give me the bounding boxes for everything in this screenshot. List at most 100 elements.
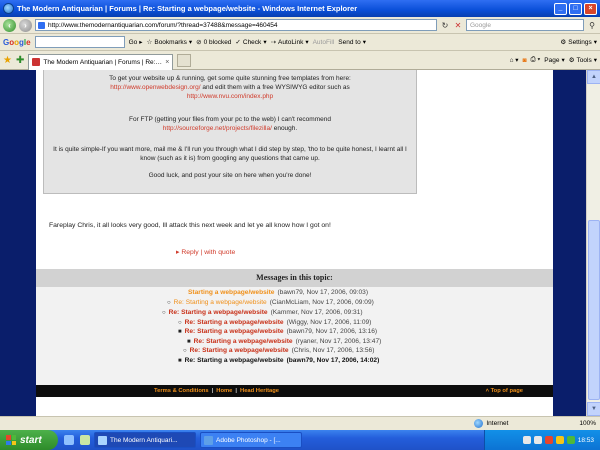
tab-active[interactable]: The Modern Antiquarian | Forums | Re: St…: [28, 53, 174, 70]
globe-icon: [474, 419, 484, 428]
thread-item-meta: (Chris, Nov 17, 2006, 13:56): [291, 347, 375, 354]
quote-paragraph-1: To get your website up & running, get so…: [109, 75, 351, 100]
page-menu[interactable]: Page ▾: [544, 56, 564, 65]
ie-task-icon: [98, 435, 107, 445]
thread-item-title[interactable]: Re: Starting a webpage/website: [169, 309, 268, 316]
address-url: http://www.themodernantiquarian.com/foru…: [48, 21, 278, 29]
thread-item-title[interactable]: Re: Starting a webpage/website: [174, 299, 267, 306]
print-icon[interactable]: ⎙ ▾: [531, 56, 541, 64]
taskbar-item-photoshop[interactable]: Adobe Photoshop - [...: [200, 432, 302, 448]
vertical-scrollbar[interactable]: ▲ ▼: [586, 70, 600, 416]
start-button[interactable]: start: [0, 430, 58, 450]
close-tab-icon[interactable]: ×: [165, 59, 169, 66]
quote-paragraph-2: For FTP (getting your files from your pc…: [129, 116, 331, 132]
search-input[interactable]: Google: [466, 19, 584, 31]
tray-icon-update[interactable]: [555, 436, 564, 444]
terms-link[interactable]: Terms & Conditions: [154, 388, 209, 394]
thread-item-title[interactable]: Re: Starting a webpage/website: [190, 347, 289, 354]
maximize-button[interactable]: □: [569, 2, 582, 15]
thread-item-meta: (CianMcLiam, Nov 17, 2006, 09:09): [269, 299, 374, 306]
address-input[interactable]: http://www.themodernantiquarian.com/foru…: [35, 19, 437, 31]
google-search-input[interactable]: [34, 36, 125, 48]
thread-item: ○ Re: Starting a webpage/website (CianMcLi…: [167, 299, 374, 306]
thread-item-title[interactable]: Re: Starting a webpage/website: [194, 338, 293, 345]
address-bar-row: ‹ › http://www.themodernantiquarian.com/…: [0, 17, 600, 34]
send-to-button[interactable]: Send to ▾: [338, 38, 366, 47]
thread-item-meta: (bawn79, Nov 17, 2006, 13:16): [286, 328, 378, 335]
forum-page: To get your website up & running, get so…: [36, 70, 553, 416]
thread-item: ○ Re: Starting a webpage/website (Kammer, …: [162, 309, 363, 316]
thread-bullet: ○: [178, 319, 182, 326]
autofill-button[interactable]: AutoFill: [313, 39, 335, 46]
search-icon[interactable]: ⚲: [587, 20, 597, 30]
thread-item: ■ Re: Starting a webpage/website (bawn79, …: [178, 357, 379, 364]
page-icon: [38, 22, 45, 29]
site-favicon: [32, 58, 41, 66]
thread-item-meta: (Kammer, Nov 17, 2006, 09:31): [270, 309, 363, 316]
scroll-up-button[interactable]: ▲: [587, 70, 600, 84]
quick-launch-desktop-icon[interactable]: [80, 435, 90, 445]
tray-icon-messenger[interactable]: [566, 436, 575, 444]
refresh-icon[interactable]: ↻: [440, 20, 450, 30]
thread-item: ■ Re: Starting a webpage/website (ryaner, …: [187, 338, 381, 345]
add-favorites-icon[interactable]: ✚: [16, 55, 24, 66]
forward-arrow-icon[interactable]: ›: [19, 18, 32, 32]
tray-icon-volume[interactable]: [533, 436, 542, 444]
stop-icon[interactable]: ✕: [453, 20, 463, 30]
clock: 18:53: [577, 436, 594, 444]
favorites-star-icon[interactable]: ★: [3, 55, 12, 66]
security-zone: Internet: [474, 419, 569, 428]
thread-item-meta: (ryaner, Nov 17, 2006, 13:47): [295, 338, 382, 345]
filezilla-link[interactable]: http://sourceforge.net/projects/filezill…: [163, 125, 272, 132]
internet-explorer-icon: [3, 3, 14, 14]
reply-with-quote-link[interactable]: with quote: [204, 249, 235, 256]
thread-bullet: ■: [178, 357, 182, 364]
thread-item: Starting a webpage/website (bawn79, Nov 1…: [188, 289, 368, 296]
autolink-button[interactable]: ⇢ AutoLink ▾: [271, 38, 309, 47]
check-button[interactable]: ✓ Check ▾: [235, 38, 266, 47]
scroll-down-button[interactable]: ▼: [587, 402, 600, 416]
quote-paragraph-3: It is quite simple-If you want more, mai…: [53, 146, 407, 162]
home-link[interactable]: Home: [216, 388, 232, 394]
tray-icon-security[interactable]: [544, 436, 553, 444]
quote-paragraph-4: Good luck, and post your site on here wh…: [148, 172, 312, 179]
quoted-message: To get your website up & running, get so…: [43, 70, 417, 194]
reply-link[interactable]: Reply: [181, 249, 198, 256]
head-heritage-link[interactable]: Head Heritage: [240, 388, 279, 394]
scroll-thumb[interactable]: [588, 220, 600, 400]
thread-item-title[interactable]: Re: Starting a webpage/website: [185, 319, 284, 326]
thread-item-title[interactable]: Starting a webpage/website: [188, 289, 274, 296]
tools-menu[interactable]: ⚙ Tools ▾: [569, 56, 597, 65]
thread-item-meta: (bawn79, Nov 17, 2006, 09:03): [277, 289, 369, 296]
nvu-link[interactable]: http://www.nvu.com/index.php: [187, 93, 273, 100]
feeds-icon[interactable]: ◙: [523, 57, 527, 64]
thread-item-title[interactable]: Re: Starting a webpage/website: [185, 357, 284, 364]
tab-label: The Modern Antiquarian | Forums | Re: St…: [43, 58, 162, 66]
settings-button[interactable]: ⚙ Settings ▾: [560, 38, 597, 47]
thread-bullet: ■: [187, 338, 191, 345]
home-icon[interactable]: ⌂ ▾: [510, 56, 519, 64]
quick-launch-ie-icon[interactable]: [64, 435, 74, 445]
zoom-level[interactable]: 100%: [579, 420, 596, 427]
thread-item-meta: (bawn79, Nov 17, 2006, 14:02): [286, 357, 380, 364]
thread-item-title[interactable]: Re: Starting a webpage/website: [185, 328, 284, 335]
system-tray: 18:53: [484, 430, 600, 450]
go-button[interactable]: Go ▸: [129, 38, 143, 47]
window-title: The Modern Antiquarian | Forums | Re: St…: [17, 4, 358, 13]
bookmarks-button[interactable]: ☆ Bookmarks ▾: [147, 38, 193, 47]
thread-item: ○ Re: Starting a webpage/website (Wiggy, N…: [178, 319, 371, 326]
thread-list: Starting a webpage/website (bawn79, Nov 1…: [36, 287, 553, 385]
page-footer: Terms & Conditions | Home | Head Heritag…: [36, 385, 553, 397]
reply-links: ▸ Reply | with quote: [176, 249, 236, 256]
new-tab-button[interactable]: [177, 53, 192, 67]
tray-icon-network[interactable]: [522, 436, 531, 444]
popup-blocked-button[interactable]: ⊘ 0 blocked: [196, 38, 231, 47]
openwebdesign-link[interactable]: http://www.openwebdesign.org/: [110, 84, 200, 91]
top-of-page-link[interactable]: ˄ Top of page: [486, 388, 523, 394]
back-arrow-icon[interactable]: ‹: [3, 18, 16, 32]
google-toolbar: Google Go ▸ ☆ Bookmarks ▾ ⊘ 0 blocked ✓ …: [0, 34, 600, 51]
taskbar-item-ie[interactable]: The Modern Antiquari...: [94, 432, 196, 448]
close-button[interactable]: ×: [584, 2, 597, 15]
topic-header: Messages in this topic:: [36, 269, 553, 287]
minimize-button[interactable]: _: [554, 2, 567, 15]
